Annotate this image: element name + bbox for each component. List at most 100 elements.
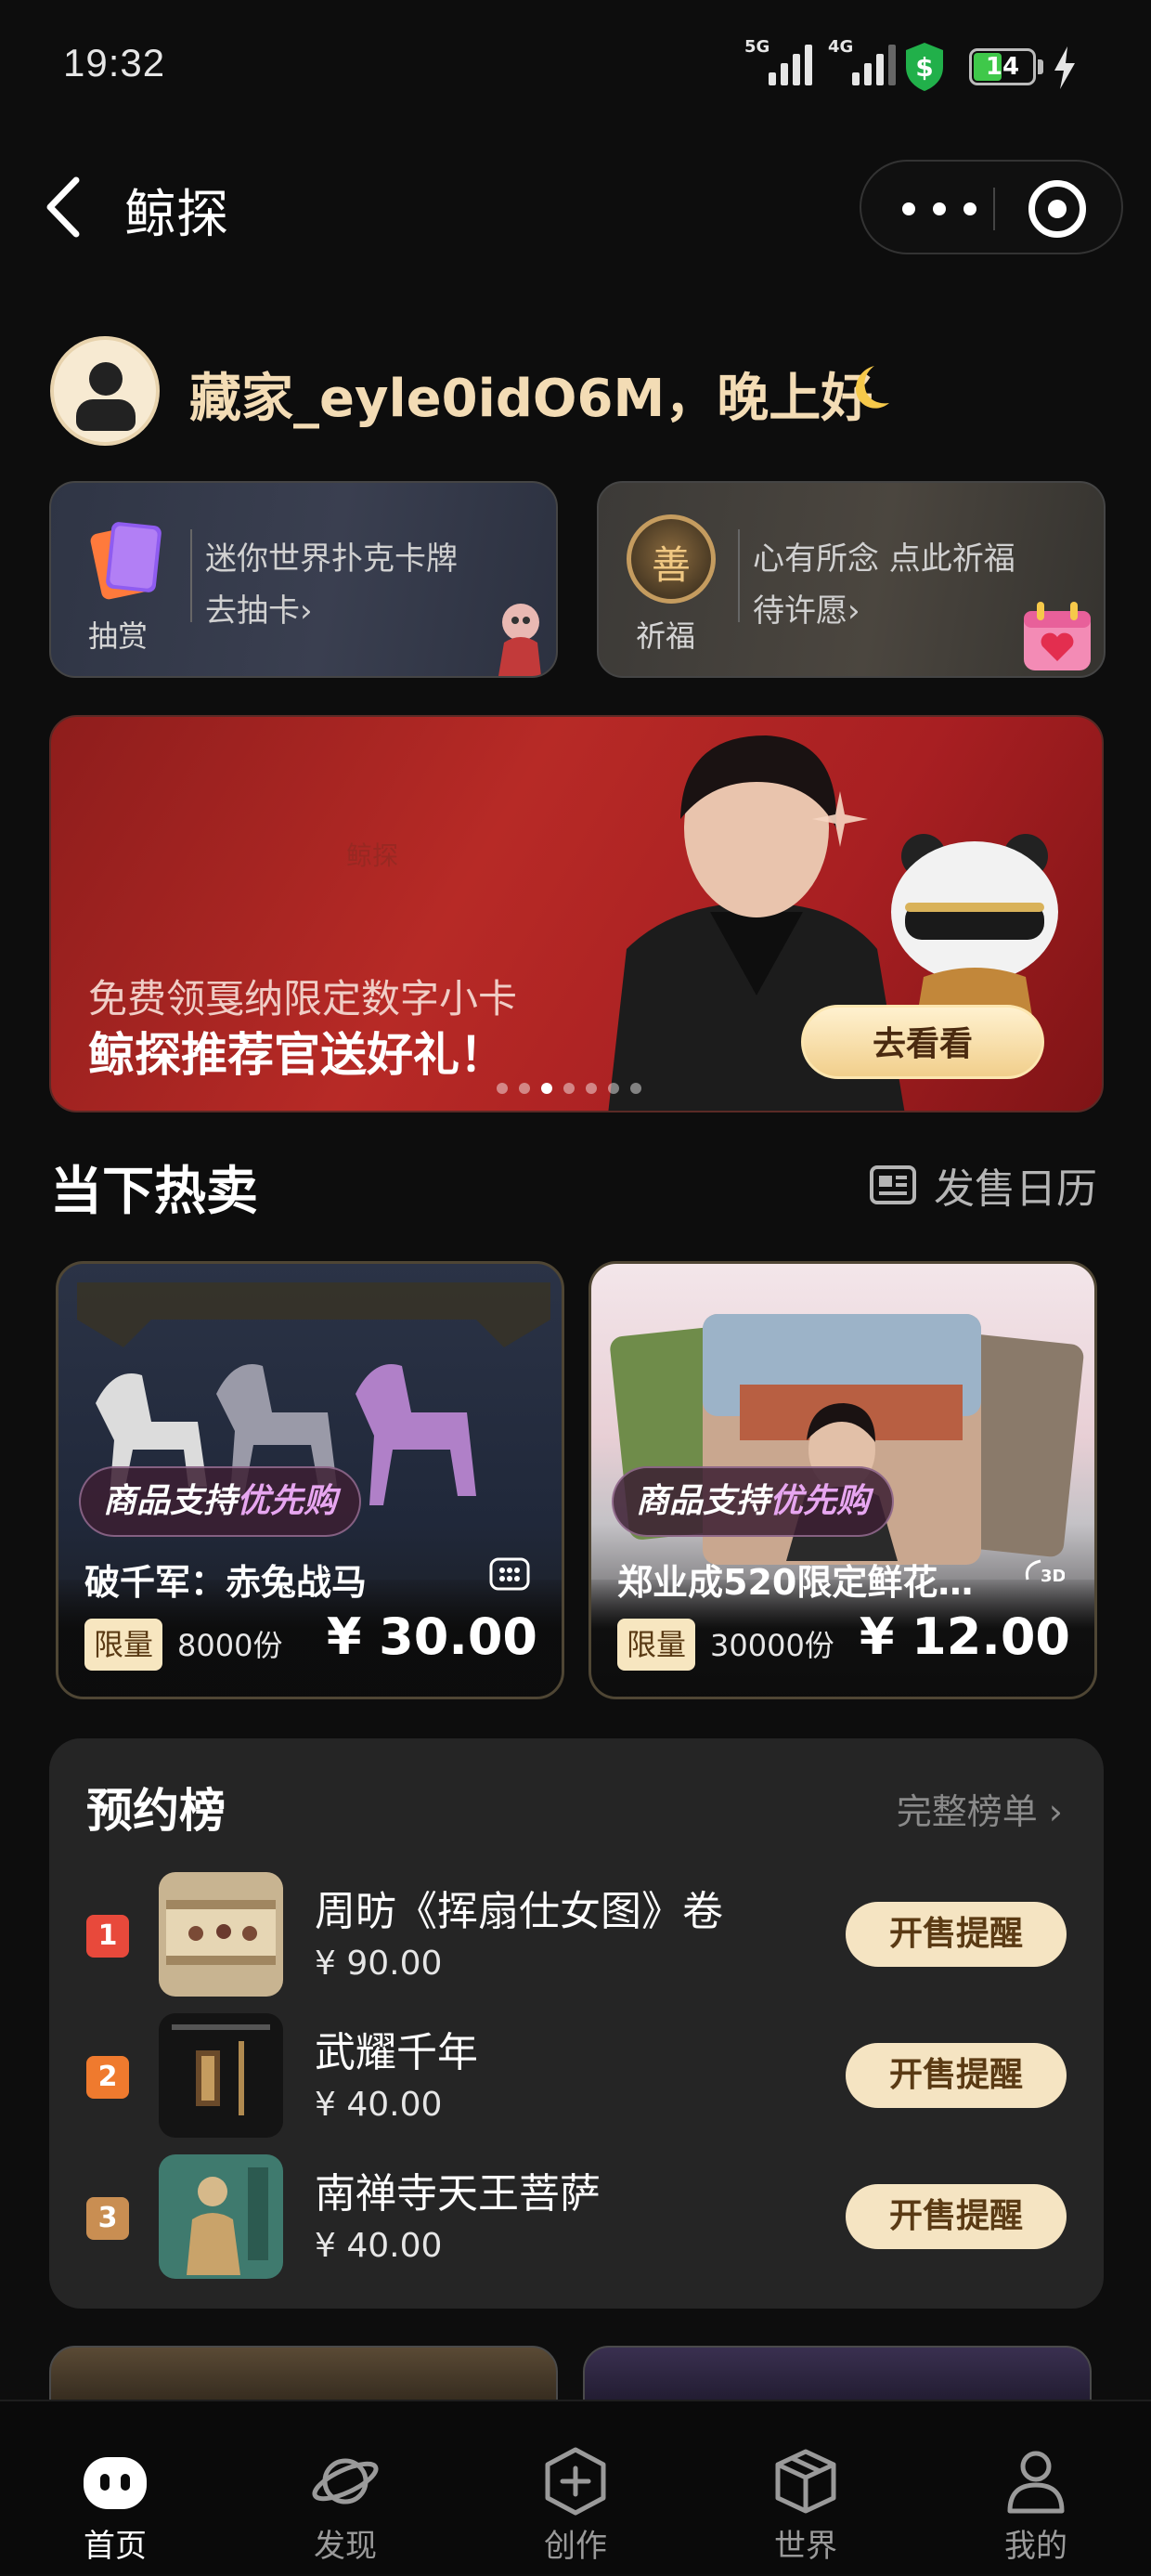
item-price: ¥ 40.00 xyxy=(315,2227,443,2265)
panda-mascot-image xyxy=(891,834,1058,1033)
calendar-label: 发售日历 xyxy=(934,1165,1097,1213)
tab-create[interactable]: 创作 xyxy=(460,2401,691,2576)
battery-icon: 14 xyxy=(969,48,1036,85)
sparkle-icon xyxy=(812,791,868,847)
product-name: 郑业成520限定鲜花数字藏品 xyxy=(617,1562,1007,1603)
tab-label: 世界 xyxy=(774,2528,837,2565)
ranking-title: 预约榜 xyxy=(86,1784,226,1838)
card-line1: 迷你世界扑克卡牌 xyxy=(205,540,458,578)
product-card[interactable]: 商品支持优先购 破千军：赤兔战马 限量 8000份 ¥ 30.00 xyxy=(56,1261,564,1699)
page-title: 鲸探 xyxy=(124,185,228,245)
3d-rotate-icon: 3D xyxy=(1025,1559,1065,1586)
product-price: ¥ 30.00 xyxy=(326,1607,537,1666)
tab-discover[interactable]: 发现 xyxy=(230,2401,460,2576)
item-price: ¥ 90.00 xyxy=(315,1945,443,1983)
reservation-ranking: 预约榜 完整榜单 › 1 周昉《挥扇仕女图》卷 ¥ 90.00 开售提醒 2 武… xyxy=(49,1738,1104,2309)
pagination-dot xyxy=(630,1083,641,1094)
blessing-entry[interactable]: 善 祈福 心有所念 点此祈福 待许愿› xyxy=(597,481,1106,678)
tab-label: 创作 xyxy=(544,2528,607,2565)
profile-icon xyxy=(1007,2451,1065,2514)
banner-pagination xyxy=(497,1083,641,1094)
tab-home[interactable]: 首页 xyxy=(0,2401,230,2576)
sale-reminder-button[interactable]: 开售提醒 xyxy=(846,1902,1067,1967)
shield-dollar-icon: $ xyxy=(906,43,943,91)
svg-text:$: $ xyxy=(915,52,933,83)
greeting-text: 藏家_eyle0idO6M，晚上好 xyxy=(189,369,873,429)
tab-label: 发现 xyxy=(314,2528,377,2565)
bottom-tab-bar: 首页 发现 创作 世界 我的 xyxy=(0,2400,1151,2574)
charging-bolt-icon xyxy=(1054,46,1075,89)
mini-program-capsule xyxy=(860,160,1123,254)
ranking-row[interactable]: 3 南禅寺天王菩萨 ¥ 40.00 开售提醒 xyxy=(49,2154,1104,2281)
card-line1: 心有所念 点此祈福 xyxy=(753,540,1015,578)
mascot-figure-icon xyxy=(498,604,541,676)
draw-card-entry[interactable]: 抽赏 迷你世界扑克卡牌 去抽卡› xyxy=(49,481,558,678)
card-line2: 去抽卡› xyxy=(205,592,313,630)
limit-quantity: 8000份 xyxy=(177,1628,283,1663)
tab-world[interactable]: 世界 xyxy=(691,2401,921,2576)
limit-badge: 限量 xyxy=(617,1619,696,1671)
rank-number: 2 xyxy=(86,2056,129,2099)
sale-reminder-button[interactable]: 开售提醒 xyxy=(846,2184,1067,2249)
pagination-dot xyxy=(563,1083,575,1094)
tab-label: 首页 xyxy=(84,2528,147,2565)
item-name: 南禅寺天王菩萨 xyxy=(315,2170,601,2218)
pagination-dot xyxy=(608,1083,619,1094)
promo-banner[interactable]: 鲸探 免费领戛纳限定数字小卡 鲸探推荐官送好礼！ 去看看 xyxy=(49,715,1104,1112)
item-name: 周昉《挥扇仕女图》卷 xyxy=(315,1888,723,1935)
status-time: 19:32 xyxy=(63,41,166,85)
banner-watermark: 鲸探 xyxy=(346,840,399,871)
weapon-artwork-thumb xyxy=(159,2013,283,2138)
guardian-statue-thumb xyxy=(159,2154,283,2279)
flower-card-artwork-image xyxy=(610,1314,1084,1565)
pagination-dot xyxy=(497,1083,508,1094)
calendar-heart-icon xyxy=(1024,602,1091,670)
sale-reminder-button[interactable]: 开售提醒 xyxy=(846,2043,1067,2108)
close-target-icon[interactable] xyxy=(1028,180,1086,238)
avatar[interactable] xyxy=(50,336,160,446)
item-price: ¥ 40.00 xyxy=(315,2086,443,2124)
tab-label: 我的 xyxy=(1004,2528,1067,2565)
banner-go-button[interactable]: 去看看 xyxy=(801,1005,1044,1079)
ranking-row[interactable]: 1 周昉《挥扇仕女图》卷 ¥ 90.00 开售提醒 xyxy=(49,1872,1104,1998)
item-name: 武耀千年 xyxy=(315,2029,478,2076)
limit-quantity: 30000份 xyxy=(710,1628,834,1663)
hot-section-title: 当下热卖 xyxy=(50,1162,258,1222)
card-icon-label: 抽赏 xyxy=(88,618,149,654)
scroll-painting-thumb xyxy=(159,1872,283,1997)
priority-tag: 商品支持优先购 xyxy=(79,1466,362,1537)
poker-cards-icon xyxy=(90,522,162,600)
card-icon-label: 祈福 xyxy=(636,618,696,654)
svg-text:3D: 3D xyxy=(1041,1567,1065,1586)
planet-icon xyxy=(312,2458,379,2504)
pagination-dot xyxy=(519,1083,530,1094)
pagination-dot xyxy=(541,1083,552,1094)
horse-artwork-image xyxy=(77,1282,550,1505)
ar-grid-icon xyxy=(489,1557,530,1591)
priority-tag: 商品支持优先购 xyxy=(612,1466,895,1537)
banner-subtitle: 免费领戛纳限定数字小卡 xyxy=(88,976,518,1021)
tab-profile[interactable]: 我的 xyxy=(921,2401,1151,2576)
product-price: ¥ 12.00 xyxy=(859,1607,1070,1666)
banner-title: 鲸探推荐官送好礼！ xyxy=(88,1028,506,1082)
rank-number: 1 xyxy=(86,1915,129,1958)
more-menu-icon[interactable] xyxy=(902,193,976,225)
limit-badge: 限量 xyxy=(84,1619,163,1671)
ranking-row[interactable]: 2 武耀千年 ¥ 40.00 开售提醒 xyxy=(49,2013,1104,2140)
product-card[interactable]: 商品支持优先购 郑业成520限定鲜花数字藏品 3D 限量 30000份 ¥ 12… xyxy=(588,1261,1097,1699)
card-line2: 待许愿› xyxy=(753,592,860,630)
signal-4g-icon: 4G xyxy=(828,37,896,85)
blessing-coin-icon: 善 xyxy=(627,514,716,604)
product-name: 破千军：赤兔战马 xyxy=(84,1562,368,1603)
full-ranking-link[interactable]: 完整榜单 › xyxy=(897,1783,1063,1834)
create-plus-icon xyxy=(545,2447,606,2516)
signal-5g-icon: 5G xyxy=(744,37,812,85)
back-arrow-icon[interactable] xyxy=(41,175,87,240)
calendar-icon xyxy=(870,1165,916,1204)
home-icon xyxy=(84,2457,147,2509)
moon-icon xyxy=(856,366,889,409)
rank-number: 3 xyxy=(86,2197,129,2240)
sale-calendar-link[interactable]: 发售日历 xyxy=(869,1155,1097,1215)
status-bar: 19:32 5G 4G $ 14 xyxy=(0,0,1151,139)
pagination-dot xyxy=(586,1083,597,1094)
